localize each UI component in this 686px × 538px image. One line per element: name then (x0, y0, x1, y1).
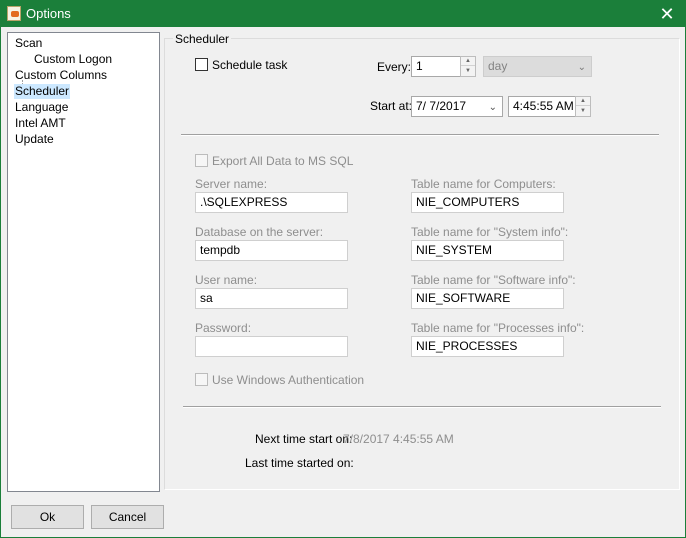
chevron-down-icon[interactable]: ⌄ (489, 100, 497, 115)
close-icon[interactable]: ✕ (655, 3, 679, 25)
options-tree[interactable]: Scan Custom Logon Custom Columns Schedul… (7, 32, 160, 492)
export-sql-checkbox[interactable] (195, 154, 208, 167)
export-sql-label: Export All Data to MS SQL (212, 154, 354, 168)
interval-value: day (488, 59, 508, 73)
table-processes-input[interactable]: NIE_PROCESSES (411, 336, 564, 357)
table-software-input[interactable]: NIE_SOFTWARE (411, 288, 564, 309)
tree-item-intel-amt[interactable]: Intel AMT (14, 116, 67, 131)
window-title: Options (26, 6, 71, 21)
tree-item-custom-columns[interactable]: Custom Columns (14, 68, 108, 83)
tree-item-language[interactable]: Language (14, 100, 69, 115)
database-input[interactable]: tempdb (195, 240, 348, 261)
every-spinner[interactable]: ▲ ▼ (460, 56, 476, 77)
group-title: Scheduler (173, 32, 232, 46)
start-time-input[interactable]: 4:45:55 AM (508, 96, 576, 117)
interval-combo[interactable]: day ⌄ (483, 56, 592, 77)
table-computers-label: Table name for Computers: (411, 177, 556, 191)
tree-item-scan[interactable]: Scan (14, 36, 43, 51)
table-software-label: Table name for "Software info": (411, 273, 576, 287)
user-name-input[interactable]: sa (195, 288, 348, 309)
every-label: Every: (377, 60, 412, 74)
start-time-spinner[interactable]: ▲ ▼ (575, 96, 591, 117)
chevron-down-icon: ⌄ (577, 62, 586, 73)
spin-up-icon[interactable]: ▲ (461, 57, 475, 66)
separator (183, 406, 661, 408)
spin-down-icon[interactable]: ▼ (576, 107, 590, 116)
tree-item-update[interactable]: Update (14, 132, 55, 147)
schedule-task-checkbox[interactable] (195, 58, 208, 71)
ok-button[interactable]: Ok (11, 505, 84, 529)
password-input[interactable] (195, 336, 348, 357)
separator (181, 134, 659, 136)
user-name-label: User name: (195, 273, 258, 287)
table-processes-label: Table name for "Processes info": (411, 321, 585, 335)
start-date-value: 7/ 7/2017 (416, 99, 467, 113)
spin-down-icon[interactable]: ▼ (461, 67, 475, 76)
database-label: Database on the server: (195, 225, 324, 239)
last-start-label: Last time started on: (245, 456, 354, 470)
server-name-input[interactable]: .\SQLEXPRESS (195, 192, 348, 213)
table-system-input[interactable]: NIE_SYSTEM (411, 240, 564, 261)
password-label: Password: (195, 321, 252, 335)
windows-auth-checkbox[interactable] (195, 373, 208, 386)
table-computers-input[interactable]: NIE_COMPUTERS (411, 192, 564, 213)
next-start-label: Next time start on: (255, 432, 353, 446)
schedule-task-label: Schedule task (212, 58, 288, 72)
every-input[interactable]: 1 (411, 56, 461, 77)
tree-item-scheduler[interactable]: Scheduler (14, 84, 71, 99)
start-date-picker[interactable]: 7/ 7/2017 ⌄ (411, 96, 503, 117)
start-at-label: Start at: (370, 99, 413, 113)
app-icon (7, 6, 21, 21)
server-name-label: Server name: (195, 177, 268, 191)
options-window: Options ✕ Scan Custom Logon Custom Colum… (0, 0, 686, 538)
tree-item-custom-logon[interactable]: Custom Logon (33, 52, 113, 67)
spin-up-icon[interactable]: ▲ (576, 97, 590, 106)
next-start-value: 7/8/2017 4:45:55 AM (343, 432, 454, 446)
windows-auth-label: Use Windows Authentication (212, 373, 365, 387)
title-bar[interactable]: Options ✕ (1, 1, 685, 27)
cancel-button[interactable]: Cancel (91, 505, 164, 529)
table-system-label: Table name for "System info": (411, 225, 569, 239)
